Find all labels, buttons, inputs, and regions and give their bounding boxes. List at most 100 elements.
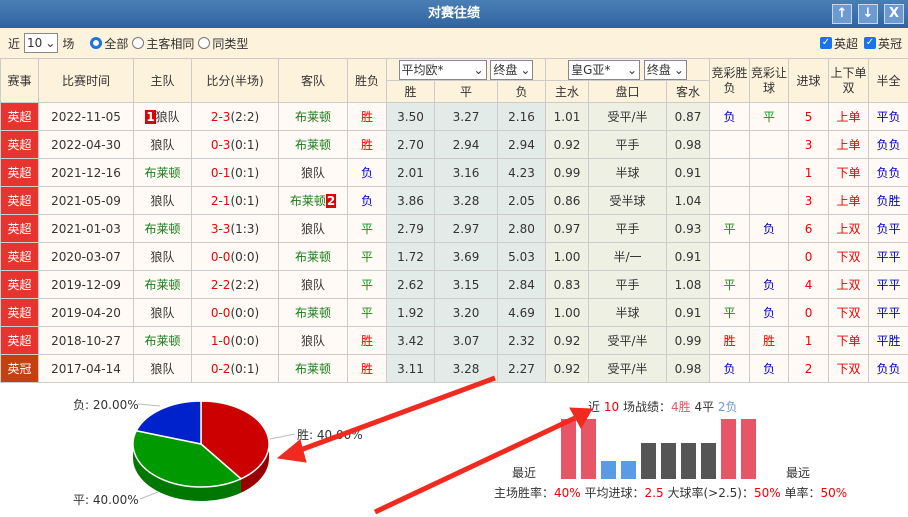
checkbox-premier-league[interactable]: ✓ 英超 [819,35,858,52]
home-team[interactable]: 布莱顿 [133,158,192,187]
select-value: 平均欧* [401,62,444,77]
table-row: 英冠 2017-04-14 狼队 0-2(0:1) 布莱顿 胜 3.11 3.2… [0,354,908,383]
matches-label: 场 [62,36,75,51]
away-team[interactable]: 狼队 [278,326,348,355]
table-row: 英超 2021-12-16 布莱顿 0-1(0:1) 狼队 负 2.01 3.1… [0,158,908,187]
league-cell[interactable]: 英超 [0,158,39,187]
radio-same-home-away[interactable]: 主客相同 [132,35,194,52]
league-cell[interactable]: 英超 [0,214,39,243]
away-team[interactable]: 布莱顿2 [278,186,348,215]
away-water: 1.08 [666,270,711,299]
league-cell[interactable]: 英超 [0,298,39,327]
pie-label-loss: 负: 20.00% [73,398,139,412]
home-team[interactable]: 狼队 [133,186,192,215]
home-team[interactable]: 狼队 [133,354,192,383]
home-water: 1.01 [545,102,590,131]
jc-handicap: 胜 [749,326,790,355]
score-cell[interactable]: 0-0(0:0) [191,242,279,271]
team-name: 狼队 [150,250,175,264]
league-cell[interactable]: 英超 [0,270,39,299]
team-name: 狼队 [300,278,325,292]
team-name: 布莱顿 [294,362,331,376]
ht-ft: 负胜 [868,186,908,215]
league-cell[interactable]: 英超 [0,326,39,355]
score-cell[interactable]: 2-1(0:1) [191,186,279,215]
table-row: 英超 2019-04-20 狼队 0-0(0:0) 布莱顿 平 1.92 3.2… [0,298,908,327]
jc-handicap: 负 [749,270,790,299]
ht-ft: 平平 [868,242,908,271]
radio-same-type[interactable]: 同类型 [198,35,248,52]
match-count-select[interactable]: 10 ⌄ [24,33,59,53]
over-under: 上单 [828,130,870,159]
result-bar-D [661,443,676,479]
col-euro-win: 胜 [386,80,435,103]
score-cell[interactable]: 3-3(1:3) [191,214,279,243]
record-mid: 场战绩： [622,400,671,414]
away-water: 0.98 [666,130,711,159]
euro-type-select[interactable]: 终盘 ⌄ [490,59,534,80]
checkbox-championship[interactable]: ✓ 英冠 [863,35,902,52]
home-team[interactable]: 1狼队 [133,102,192,131]
radio-all[interactable]: 全部 [90,35,128,52]
away-team[interactable]: 狼队 [278,270,348,299]
move-down-button[interactable]: ↓ [858,4,878,24]
league-cell[interactable]: 英超 [0,130,39,159]
result-bar-W [561,419,576,479]
move-up-button[interactable]: ↑ [832,4,852,24]
home-team[interactable]: 狼队 [133,242,192,271]
league-cell[interactable]: 英超 [0,242,39,271]
half-score: (0:1) [230,361,260,376]
away-team[interactable]: 布莱顿 [278,102,348,131]
match-count-value: 10 [27,36,43,50]
euro-company-select[interactable]: 平均欧* ⌄ [398,59,487,80]
match-date: 2020-03-07 [38,242,134,271]
goals: 0 [788,242,830,271]
away-team[interactable]: 布莱顿 [278,298,348,327]
euro-draw-odds: 3.28 [434,186,498,215]
away-team[interactable]: 狼队 [278,214,348,243]
home-team[interactable]: 布莱顿 [133,326,192,355]
table-row: 英超 2022-04-30 狼队 0-3(0:1) 布莱顿 胜 2.70 2.9… [0,130,908,159]
jc-result [709,186,751,215]
asian-company-select[interactable]: 皇G亚* ⌄ [568,59,641,80]
score-cell[interactable]: 0-2(0:1) [191,354,279,383]
home-team[interactable]: 狼队 [133,130,192,159]
table-row: 英超 2021-01-03 布莱顿 3-3(1:3) 狼队 平 2.79 2.9… [0,214,908,243]
recent-record: 近 10 场战绩：4胜 4平 2负 [588,398,738,415]
col-away: 客队 [278,58,348,103]
close-button[interactable]: X [884,4,904,24]
away-team[interactable]: 布莱顿 [278,242,348,271]
league-cell[interactable]: 英冠 [0,354,39,383]
euro-draw-odds: 3.27 [434,102,498,131]
table-row: 英超 2019-12-09 布莱顿 2-2(2:2) 狼队 平 2.62 3.1… [0,270,908,299]
goals: 1 [788,158,830,187]
checkbox-label: 英超 [833,36,858,51]
league-cell[interactable]: 英超 [0,186,39,215]
home-team[interactable]: 狼队 [133,298,192,327]
col-league: 赛事 [0,58,39,103]
odd-rate-value: 50% [820,486,848,500]
euro-loss-odds: 4.23 [496,158,547,187]
euro-odds-header: 平均欧* ⌄ 终盘 ⌄ [385,58,547,81]
away-team[interactable]: 狼队 [278,158,348,187]
full-score: 2-1 [210,193,231,208]
team-name: 布莱顿 [144,222,181,236]
euro-win-odds: 2.79 [386,214,435,243]
jc-result: 平 [709,214,751,243]
score-cell[interactable]: 2-3(2:2) [191,102,279,131]
record-draws: 4平 [694,400,715,414]
euro-draw-odds: 2.94 [434,130,498,159]
team-name: 狼队 [150,306,175,320]
away-team[interactable]: 布莱顿 [278,354,348,383]
euro-win-odds: 1.92 [386,298,435,327]
score-cell[interactable]: 0-3(0:1) [191,130,279,159]
away-team[interactable]: 布莱顿 [278,130,348,159]
home-team[interactable]: 布莱顿 [133,214,192,243]
score-cell[interactable]: 2-2(2:2) [191,270,279,299]
league-cell[interactable]: 英超 [0,102,39,131]
score-cell[interactable]: 0-0(0:0) [191,298,279,327]
home-team[interactable]: 布莱顿 [133,270,192,299]
score-cell[interactable]: 0-1(0:1) [191,158,279,187]
asian-type-select[interactable]: 终盘 ⌄ [643,59,687,80]
score-cell[interactable]: 1-0(0:0) [191,326,279,355]
